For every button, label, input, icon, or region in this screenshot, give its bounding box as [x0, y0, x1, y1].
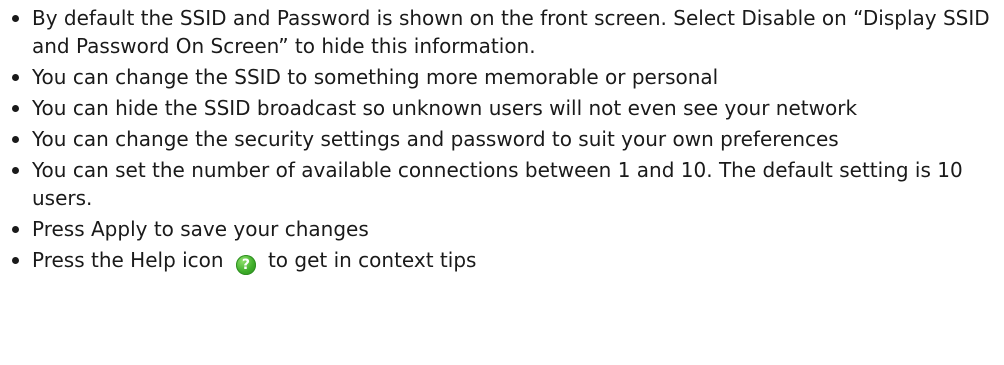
help-question-icon: ?	[235, 255, 256, 275]
help-text-after: to get in context tips	[267, 248, 477, 272]
list-item-text: You can change the SSID to something mor…	[32, 65, 719, 89]
list-item-text: By default the SSID and Password is show…	[32, 6, 990, 58]
list-item-text: You can hide the SSID broadcast so unkno…	[32, 96, 858, 120]
list-item: You can hide the SSID broadcast so unkno…	[6, 94, 994, 122]
list-item-text: You can change the security settings and…	[32, 127, 839, 151]
list-item: Press Apply to save your changes	[6, 215, 994, 243]
document-page: By default the SSID and Password is show…	[0, 0, 1004, 365]
list-item-text: You can set the number of available conn…	[32, 158, 963, 210]
list-item-text: Press Apply to save your changes	[32, 217, 369, 241]
list-item: By default the SSID and Password is show…	[6, 4, 994, 60]
instruction-list: By default the SSID and Password is show…	[6, 4, 994, 275]
help-text-before: Press the Help icon	[32, 248, 224, 272]
list-item: You can change the SSID to something mor…	[6, 63, 994, 91]
list-item: You can set the number of available conn…	[6, 156, 994, 212]
list-item-help: Press the Help icon ? to get in context t…	[6, 246, 994, 275]
list-item: You can change the security settings and…	[6, 125, 994, 153]
